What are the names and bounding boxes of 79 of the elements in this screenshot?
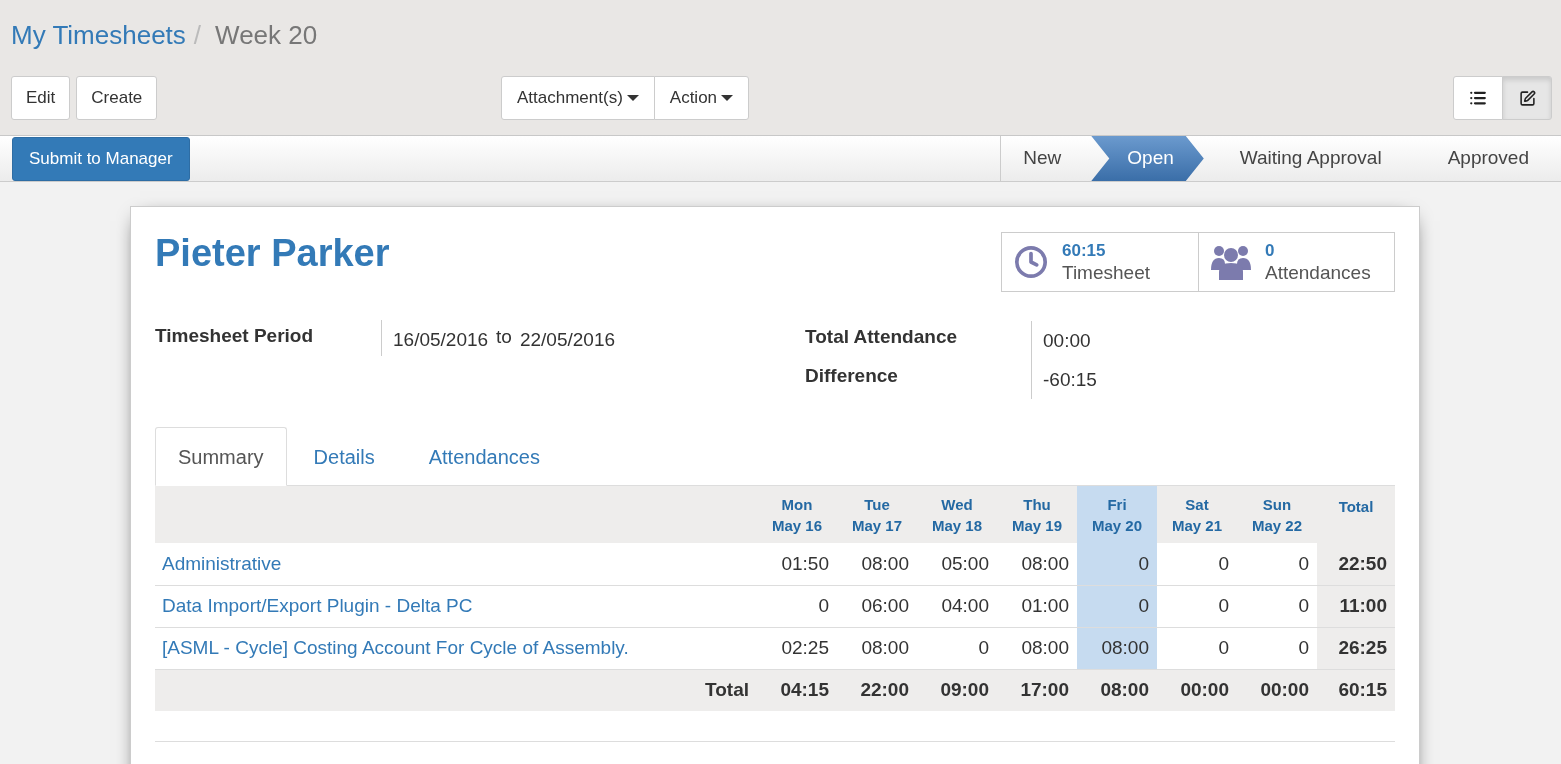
account-link[interactable]: [ASML - Cycle] Costing Account For Cycle of Assembly. [162,636,629,658]
hours-cell: 08:00 [837,627,917,669]
dropdown-button[interactable]: Attachment(s) [501,76,655,120]
account-link[interactable]: Administrative [162,552,282,574]
dropdown-button[interactable]: Action [653,76,750,120]
total-header: Total [1317,486,1395,543]
hours-cell: 0 [917,627,997,669]
smart-button-label: Attendances [1265,260,1371,285]
edit-icon [1518,89,1536,107]
breadcrumb-separator: / [193,19,202,52]
day-header: Sun May 22 [1237,486,1317,543]
hours-cell: 05:00 [917,543,997,585]
day-header: Tue May 17 [837,486,917,543]
hours-cell: 0 [1077,585,1157,627]
column-total-cell: 04:15 [757,669,837,711]
hours-cell: 04:00 [917,585,997,627]
day-header: Thu May 19 [997,486,1077,543]
breadcrumb-link[interactable]: My Timesheets [11,16,186,55]
hours-cell: 01:50 [757,543,837,585]
field-label: Difference [805,364,899,388]
smart-button-value: 60:15 [1062,239,1107,261]
field-label: Timesheet Period [155,324,315,348]
row-total-cell: 11:00 [1317,585,1395,627]
employee-name: Pieter Parker [155,231,390,276]
column-total-cell: 17:00 [997,669,1077,711]
hours-cell: 0 [1157,627,1237,669]
date-from: 16/05/2016 [393,328,489,352]
toolbar-button[interactable]: Create [76,76,158,120]
column-total-cell: 22:00 [837,669,917,711]
clock-icon [1014,245,1048,279]
column-total-cell: 09:00 [917,669,997,711]
grand-total-cell: 60:15 [1317,669,1395,711]
column-total-cell: 08:00 [1077,669,1157,711]
total-label: Total [155,669,757,711]
hours-cell: 0 [757,585,837,627]
toolbar-button[interactable]: Edit [11,76,71,120]
date-to: 22/05/2016 [519,328,616,352]
smart-button[interactable]: 0 Attendances [1198,233,1394,291]
caret-icon [626,94,639,102]
tab[interactable]: Summary [155,427,287,486]
column-total-cell: 00:00 [1157,669,1237,711]
day-header: Wed May 18 [917,486,997,543]
to-text: to [496,325,512,349]
hours-cell: 02:25 [757,627,837,669]
caret-icon [721,94,734,102]
hours-cell: 0 [1237,585,1317,627]
hours-cell: 0 [1077,543,1157,585]
smart-button[interactable]: 60:15 Timesheet [1002,233,1198,291]
day-header: Sat May 21 [1157,486,1237,543]
list-icon [1469,89,1487,107]
view-switch-button[interactable] [1453,76,1503,120]
hours-cell: 08:00 [1077,627,1157,669]
field-value: -60:15 [1031,360,1097,399]
field-label: Total Attendance [805,325,958,349]
hours-cell: 01:00 [997,585,1077,627]
account-link[interactable]: Data Import/Export Plugin - Delta PC [162,594,473,616]
tab[interactable]: Attendances [401,427,567,486]
smart-button-value: 0 [1265,239,1276,261]
row-total-cell: 26:25 [1317,627,1395,669]
submit-button[interactable]: Submit to Manager [12,136,190,181]
smart-button-label: Timesheet [1062,260,1150,285]
hours-cell: 08:00 [997,543,1077,585]
people-icon [1211,244,1251,280]
hours-cell: 0 [1237,543,1317,585]
row-total-cell: 22:50 [1317,543,1395,585]
hours-cell: 0 [1157,543,1237,585]
breadcrumb-current: Week 20 [215,19,318,52]
hours-cell: 08:00 [837,543,917,585]
view-switch-button[interactable] [1502,76,1552,120]
hours-cell: 06:00 [837,585,917,627]
hours-cell: 08:00 [997,627,1077,669]
hours-cell: 0 [1237,627,1317,669]
hours-cell: 0 [1157,585,1237,627]
day-header: Fri May 20 [1077,486,1157,543]
column-total-cell: 00:00 [1237,669,1317,711]
status-stage[interactable]: Open [1091,136,1204,181]
field-value: 00:00 [1031,321,1097,360]
day-header: Mon May 16 [757,486,837,543]
tab[interactable]: Details [286,427,402,486]
